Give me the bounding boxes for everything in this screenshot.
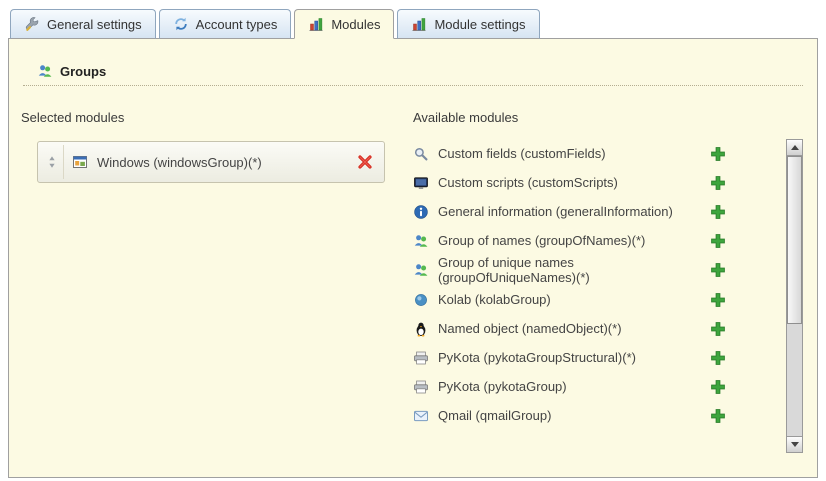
- plus-icon: [710, 292, 726, 308]
- module-label: PyKota (pykotaGroup): [438, 379, 700, 394]
- remove-module-button[interactable]: [357, 154, 373, 170]
- plus-icon: [710, 321, 726, 337]
- module-label: Custom fields (customFields): [438, 146, 700, 161]
- tab-label: General settings: [47, 17, 142, 32]
- group-icon: [413, 262, 429, 278]
- magnifier-icon: [413, 146, 429, 162]
- tab-label: Account types: [196, 17, 278, 32]
- module-label: Custom scripts (customScripts): [438, 175, 700, 190]
- list-item: Custom fields (customFields): [413, 139, 786, 168]
- plus-icon: [710, 204, 726, 220]
- plus-icon: [710, 262, 726, 278]
- module-label: General information (generalInformation): [438, 204, 700, 219]
- tab-modules[interactable]: Modules: [294, 9, 394, 39]
- module-label: Group of unique names (groupOfUniqueName…: [438, 255, 700, 286]
- list-item: Named object (namedObject)(*): [413, 315, 786, 344]
- info-icon: [413, 204, 429, 220]
- wrench-icon: [24, 16, 40, 32]
- printer-icon: [413, 350, 429, 366]
- selected-modules-list: Windows (windowsGroup)(*): [37, 141, 385, 183]
- list-item: Group of unique names (groupOfUniqueName…: [413, 255, 786, 286]
- plus-icon: [710, 233, 726, 249]
- module-label: Group of names (groupOfNames)(*): [438, 233, 700, 248]
- tab-account-types[interactable]: Account types: [159, 9, 292, 39]
- drag-handle-icon[interactable]: [41, 145, 64, 179]
- mail-icon: [413, 408, 429, 424]
- kolab-icon: [413, 292, 429, 308]
- sync-icon: [173, 16, 189, 32]
- group-icon: [413, 233, 429, 249]
- available-modules-list: Custom fields (customFields) Custom scri…: [413, 139, 786, 453]
- module-label: Named object (namedObject)(*): [438, 321, 700, 336]
- groups-icon: [37, 63, 53, 79]
- penguin-icon: [413, 321, 429, 337]
- section-title: Groups: [60, 64, 106, 79]
- module-label: Qmail (qmailGroup): [438, 408, 700, 423]
- printer-icon: [413, 379, 429, 395]
- selected-modules-column: Selected modules Windows (windowsGroup)(…: [21, 110, 413, 453]
- scrollbar: [786, 139, 803, 453]
- list-item: Custom scripts (customScripts): [413, 168, 786, 197]
- list-item: PyKota (pykotaGroup): [413, 373, 786, 402]
- terminal-icon: [413, 175, 429, 191]
- arrow-up-icon: [791, 145, 799, 150]
- list-item: Kolab (kolabGroup): [413, 286, 786, 315]
- arrow-down-icon: [791, 442, 799, 447]
- available-modules-column: Available modules Custom fields (customF…: [413, 110, 805, 453]
- section-header: Groups: [37, 63, 805, 79]
- list-item: PyKota (pykotaGroupStructural)(*): [413, 344, 786, 373]
- add-module-button[interactable]: [710, 233, 726, 249]
- add-module-button[interactable]: [710, 146, 726, 162]
- module-label: PyKota (pykotaGroupStructural)(*): [438, 350, 700, 365]
- plus-icon: [710, 350, 726, 366]
- divider: [23, 85, 803, 86]
- windows-icon: [72, 154, 88, 170]
- plus-icon: [710, 146, 726, 162]
- scroll-down-button[interactable]: [787, 436, 802, 452]
- scrollbar-track[interactable]: [787, 156, 802, 436]
- selected-module-label: Windows (windowsGroup)(*): [97, 155, 357, 170]
- add-module-button[interactable]: [710, 262, 726, 278]
- plus-icon: [710, 175, 726, 191]
- list-item: General information (generalInformation): [413, 197, 786, 226]
- tab-module-settings[interactable]: Module settings: [397, 9, 539, 39]
- add-module-button[interactable]: [710, 204, 726, 220]
- tab-label: Modules: [331, 17, 380, 32]
- available-modules-heading: Available modules: [413, 110, 805, 125]
- selected-module-row: Windows (windowsGroup)(*): [41, 145, 381, 179]
- scroll-up-button[interactable]: [787, 140, 802, 156]
- list-item: Qmail (qmailGroup): [413, 402, 786, 431]
- chart-icon: [308, 16, 324, 32]
- module-label: Kolab (kolabGroup): [438, 292, 700, 307]
- delete-icon: [357, 154, 373, 170]
- tab-general-settings[interactable]: General settings: [10, 9, 156, 39]
- modules-panel: Groups Selected modules Windows (windows…: [8, 38, 818, 478]
- add-module-button[interactable]: [710, 408, 726, 424]
- add-module-button[interactable]: [710, 379, 726, 395]
- plus-icon: [710, 408, 726, 424]
- add-module-button[interactable]: [710, 321, 726, 337]
- scrollbar-thumb[interactable]: [787, 156, 802, 324]
- add-module-button[interactable]: [710, 292, 726, 308]
- tab-bar: General settings Account types Modules M…: [0, 0, 826, 38]
- add-module-button[interactable]: [710, 350, 726, 366]
- tab-label: Module settings: [434, 17, 525, 32]
- chart-icon: [411, 16, 427, 32]
- plus-icon: [710, 379, 726, 395]
- add-module-button[interactable]: [710, 175, 726, 191]
- selected-modules-heading: Selected modules: [21, 110, 413, 125]
- list-item: Group of names (groupOfNames)(*): [413, 226, 786, 255]
